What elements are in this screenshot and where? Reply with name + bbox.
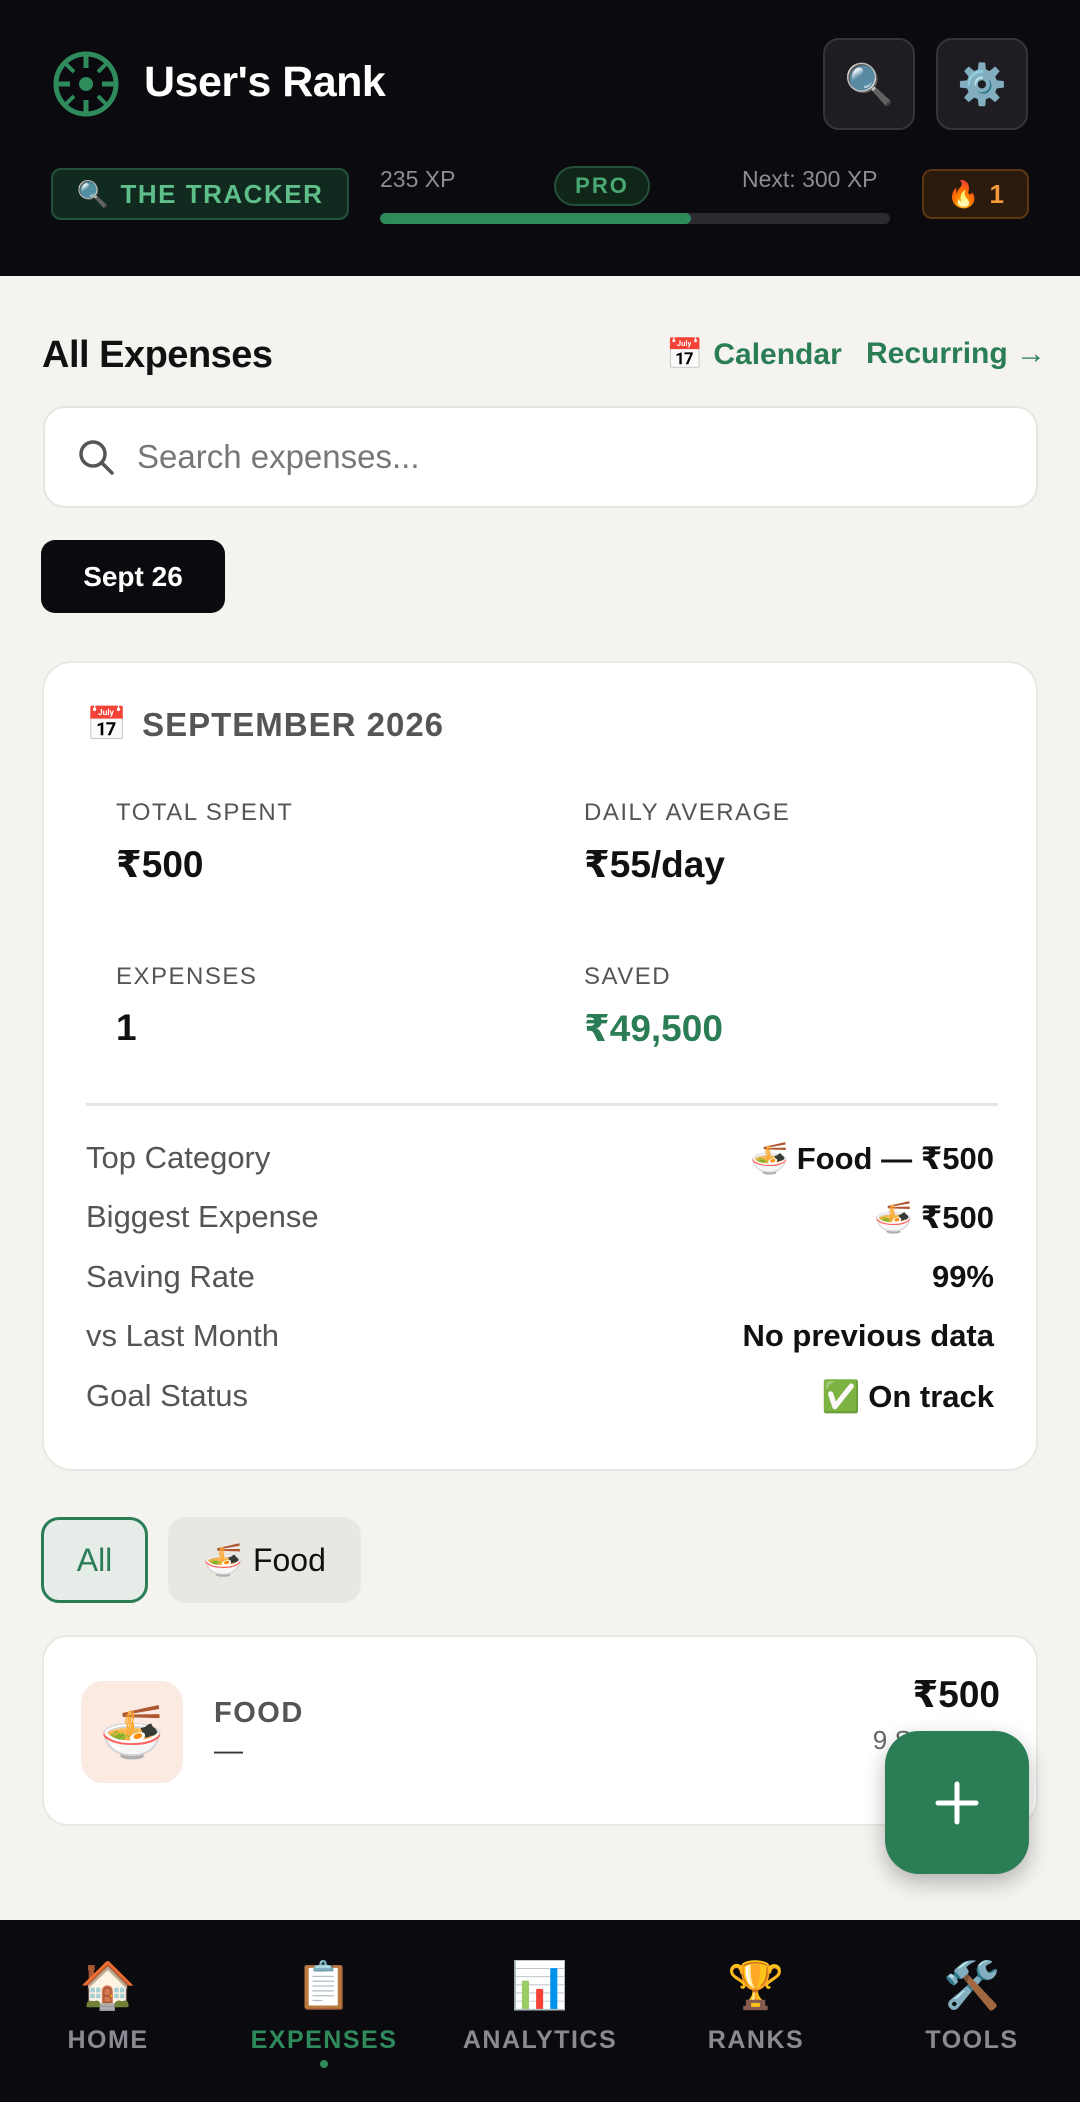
xp-next: Next: 300 XP (742, 166, 878, 192)
total-spent-value: ₹500 (116, 844, 204, 885)
summary-header: 📅 SEPTEMBER 2026 (86, 705, 444, 744)
daily-average-value: ₹55/day (584, 844, 725, 885)
nav-expenses[interactable]: 📋 EXPENSES (216, 1920, 432, 2102)
daily-average-label: DAILY AVERAGE (584, 799, 791, 826)
filter-food-label: Food (252, 1541, 326, 1578)
header-search-button[interactable]: 🔍 (823, 38, 915, 130)
search-icon: 🔍 (844, 62, 894, 107)
nav-home-label: HOME (67, 2026, 149, 2054)
biggest-expense-label: Biggest Expense (86, 1199, 319, 1234)
vs-last-month-label: vs Last Month (86, 1318, 279, 1353)
noodle-bowl-icon: 🍜 (203, 1542, 243, 1578)
goal-status-text: On track (868, 1378, 994, 1414)
summary-title: SEPTEMBER 2026 (142, 705, 445, 743)
filter-all[interactable]: All (41, 1517, 148, 1603)
xp-current: 235 XP (380, 166, 456, 192)
plus-icon (935, 1781, 979, 1824)
nav-ranks-label: RANKS (707, 2026, 805, 2054)
tracker-badge-label: THE TRACKER (120, 178, 324, 209)
top-category-label: Top Category (86, 1140, 271, 1175)
level-badge: PRO (554, 166, 650, 206)
clipboard-icon: 📋 (295, 1959, 353, 2011)
filter-food[interactable]: 🍜 Food (168, 1517, 361, 1603)
expense-category: FOOD (214, 1697, 304, 1729)
month-chip-selected[interactable]: Sept 26 (41, 540, 225, 613)
saved-label: SAVED (584, 963, 672, 990)
saving-rate-label: Saving Rate (86, 1259, 255, 1294)
top-category-text: Food — ₹500 (796, 1140, 994, 1176)
active-indicator-dot (320, 2060, 328, 2068)
streak-count: 1 (989, 178, 1004, 209)
bottom-navigation: 🏠 HOME 📋 EXPENSES 📊 ANALYTICS 🏆 RANKS 🛠️… (0, 1920, 1080, 2102)
search-bar[interactable] (43, 406, 1038, 508)
expenses-count-label: EXPENSES (116, 963, 258, 990)
recurring-link[interactable]: Recurring → (866, 337, 1046, 371)
goal-status-value: ✅ On track (822, 1378, 994, 1415)
page-title: All Expenses (42, 334, 273, 376)
xp-progress-bar (380, 213, 890, 224)
nav-expenses-label: EXPENSES (250, 2026, 398, 2054)
top-header: User's Rank 🔍 ⚙️ 🔍 THE TRACKER 235 XP PR… (0, 0, 1080, 276)
nav-analytics[interactable]: 📊 ANALYTICS (432, 1920, 648, 2102)
biggest-expense-text: ₹500 (920, 1199, 994, 1235)
vs-last-month-value: No previous data (742, 1318, 995, 1353)
noodle-bowl-icon: 🍜 (99, 1703, 165, 1762)
nav-tools[interactable]: 🛠️ TOOLS (864, 1920, 1080, 2102)
tracker-badge: 🔍 THE TRACKER (51, 168, 349, 220)
summary-divider (86, 1103, 998, 1106)
calendar-link-label: Calendar (713, 337, 842, 371)
search-icon (79, 440, 114, 475)
expenses-count-value: 1 (116, 1007, 137, 1048)
calendar-icon: 📅 (86, 705, 129, 742)
nav-analytics-label: ANALYTICS (462, 2026, 618, 2054)
calendar-icon: 📅 (666, 338, 704, 371)
xp-progress-fill (380, 213, 692, 224)
noodle-bowl-icon: 🍜 (750, 1141, 789, 1176)
header-settings-button[interactable]: ⚙️ (936, 38, 1028, 130)
expense-amount: ₹500 (912, 1674, 1000, 1715)
expense-category-icon: 🍜 (81, 1681, 183, 1783)
biggest-expense-value: 🍜 ₹500 (874, 1199, 994, 1236)
goal-status-label: Goal Status (86, 1378, 248, 1413)
tools-icon: 🛠️ (943, 1959, 1001, 2011)
magnifier-icon: 🔍 (76, 178, 111, 209)
streak-badge[interactable]: 🔥 1 (922, 169, 1029, 219)
month-summary-card: 📅 SEPTEMBER 2026 TOTAL SPENT ₹500 DAILY … (42, 661, 1038, 1471)
noodle-bowl-icon: 🍜 (874, 1200, 913, 1235)
saving-rate-value: 99% (931, 1259, 994, 1294)
fire-icon: 🔥 (947, 178, 980, 209)
app-title: User's Rank (144, 58, 386, 106)
trophy-icon: 🏆 (727, 1959, 785, 2011)
total-spent-label: TOTAL SPENT (116, 799, 294, 826)
gear-icon: ⚙️ (957, 62, 1007, 107)
expense-note: — (214, 1735, 243, 1767)
house-icon: 🏠 (79, 1959, 137, 2011)
nav-ranks[interactable]: 🏆 RANKS (648, 1920, 864, 2102)
nav-home[interactable]: 🏠 HOME (0, 1920, 216, 2102)
add-expense-button[interactable] (885, 1731, 1029, 1874)
calendar-link[interactable]: 📅 Calendar (666, 337, 842, 372)
nav-tools-label: TOOLS (925, 2026, 1019, 2054)
search-input[interactable] (137, 438, 997, 476)
top-category-value: 🍜 Food — ₹500 (750, 1140, 994, 1177)
bar-chart-icon: 📊 (511, 1959, 569, 2011)
app-logo-icon (53, 51, 119, 117)
check-mark-icon: ✅ (821, 1379, 861, 1414)
saved-value: ₹49,500 (584, 1008, 723, 1049)
